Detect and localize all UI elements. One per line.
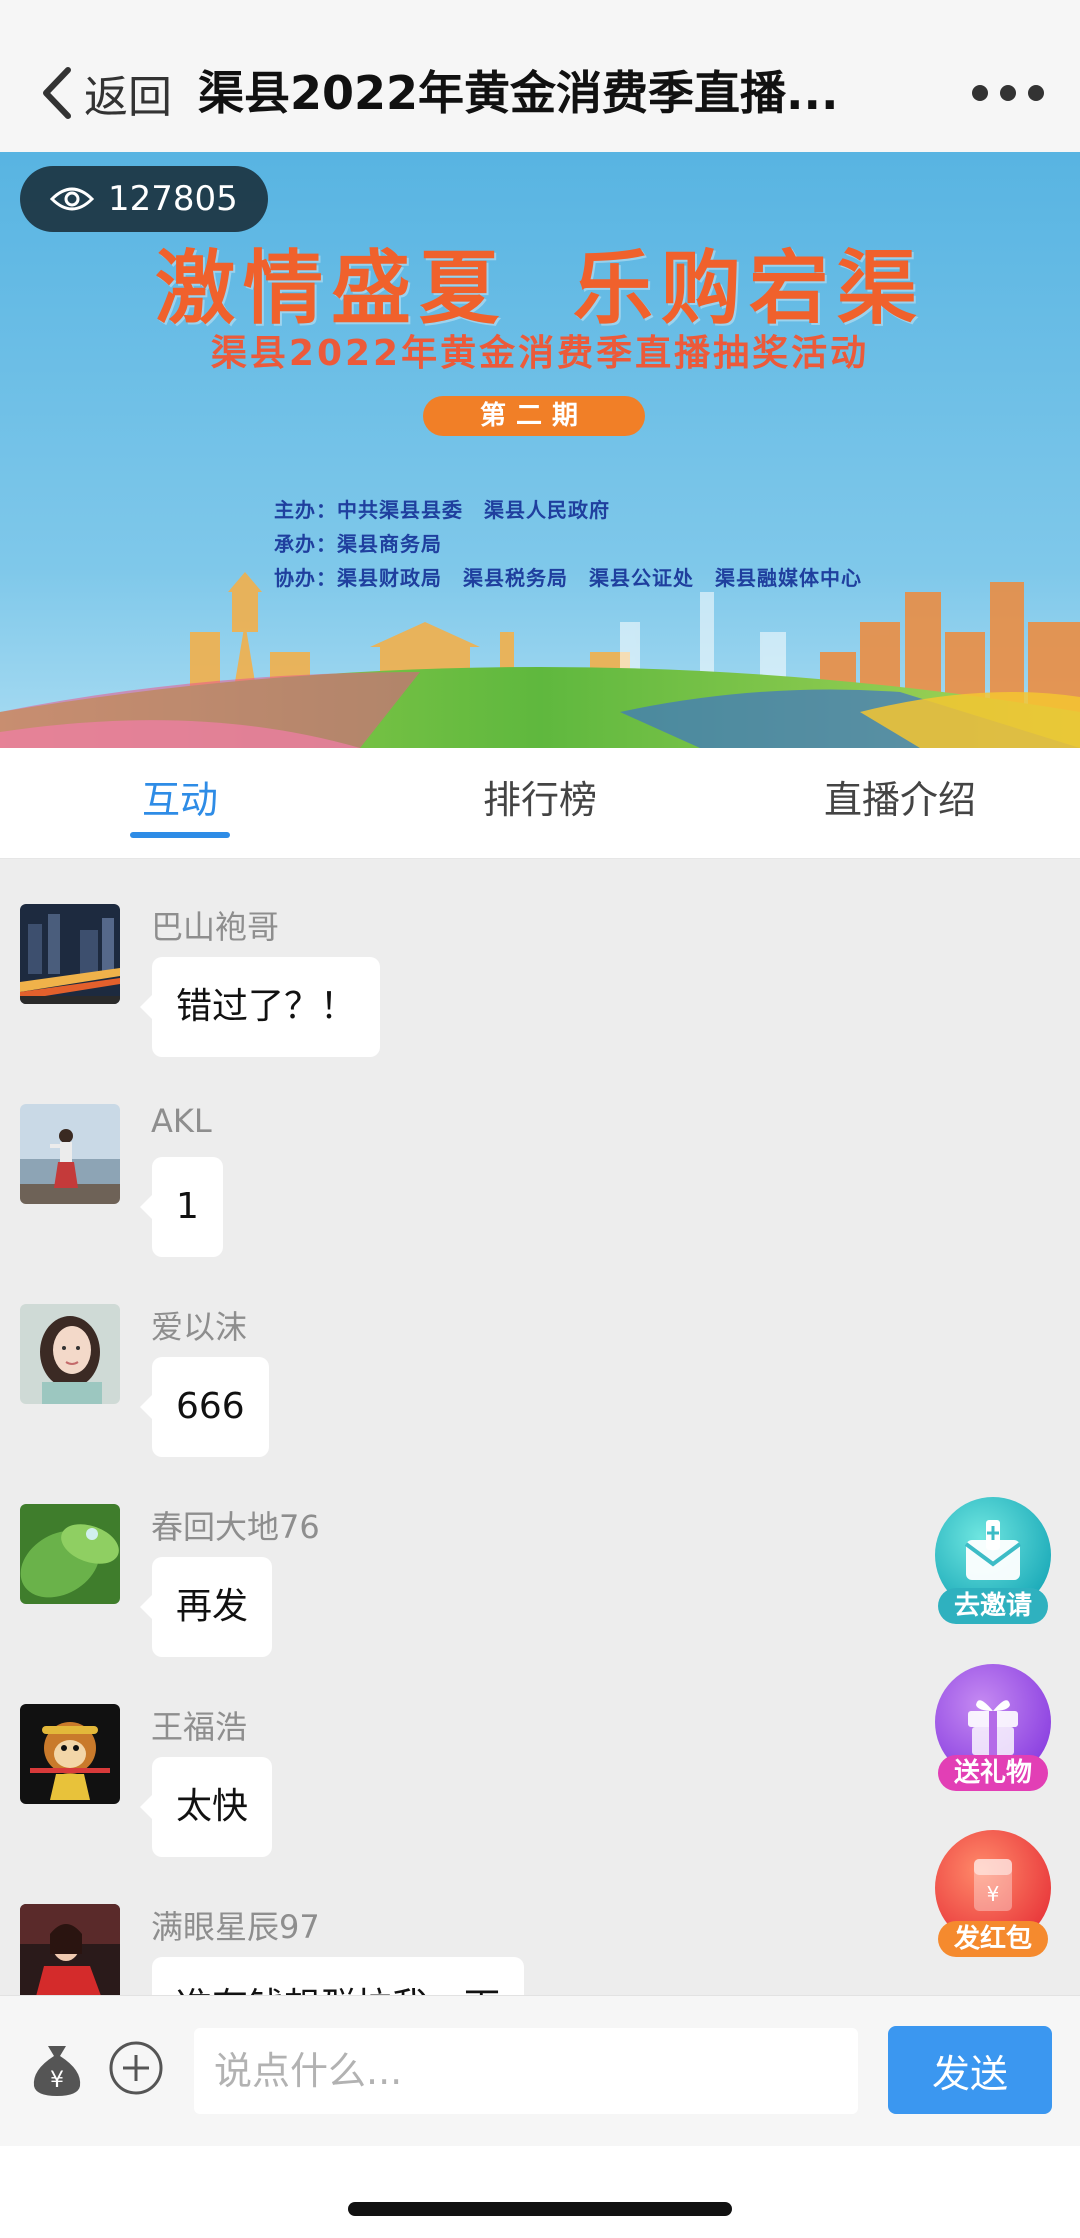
message-bubble[interactable]: 错过了？！ — [139, 957, 381, 1057]
sender-name: 王福浩 — [151, 1708, 248, 1746]
send-button[interactable]: 发送 — [888, 2026, 1052, 2114]
back-button[interactable]: 返回 — [38, 58, 172, 128]
message-bubble[interactable]: 再发 — [139, 1557, 273, 1657]
view-count: 127805 — [108, 179, 238, 219]
chat-message: 巴山袍哥 错过了？！ — [0, 859, 900, 1059]
live-banner[interactable]: 127805 激情盛夏 乐购宕渠 渠县2022年黄金消费季直播抽奖活动 第二期 … — [0, 152, 1080, 748]
back-label: 返回 — [84, 72, 172, 123]
chat-message: 王福浩 太快 — [0, 1659, 900, 1859]
active-tab-indicator — [130, 832, 230, 838]
send-gift-label: 送礼物 — [938, 1755, 1048, 1791]
plus-circle-icon[interactable] — [108, 2040, 164, 2096]
banner-organizer: 主办：中共渠县县委 渠县人民政府 — [274, 498, 610, 522]
banner-subtitle: 渠县2022年黄金消费季直播抽奖活动 — [210, 333, 870, 374]
banner-organizer: 承办：渠县商务局 — [274, 532, 442, 556]
tab-live-intro[interactable]: 直播介绍 — [720, 748, 1080, 858]
banner-organizer: 协办：渠县财政局 渠县税务局 渠县公证处 渠县融媒体中心 — [274, 566, 862, 590]
invite-label: 去邀请 — [938, 1588, 1048, 1624]
svg-text:¥: ¥ — [987, 1882, 1000, 1906]
home-indicator[interactable] — [348, 2202, 732, 2216]
more-options-button[interactable] — [972, 68, 1044, 118]
sender-name: 巴山袍哥 — [151, 908, 280, 946]
money-bag-icon[interactable]: ¥ — [30, 2040, 84, 2098]
dot-icon — [972, 85, 988, 101]
cartoon-monkey-avatar[interactable] — [20, 1704, 120, 1804]
tab-bar: 互动 排行榜 直播介绍 — [0, 748, 1080, 859]
tab-interaction[interactable]: 互动 — [0, 748, 360, 858]
message-bubble[interactable]: 666 — [140, 1357, 269, 1457]
chevron-left-icon — [43, 67, 71, 119]
message-bubble[interactable]: 准有钱想群拉我一下 — [152, 1957, 525, 1995]
red-packet-label: 发红包 — [938, 1921, 1048, 1957]
message-bubble[interactable]: 1 — [140, 1157, 223, 1257]
city-night-avatar[interactable] — [20, 904, 120, 1004]
chat-message: AKL 1 — [0, 1059, 900, 1259]
sender-name: 爱以沫 — [151, 1308, 248, 1346]
chat-message: 春回大地76 再发 — [0, 1459, 900, 1659]
dot-icon — [1028, 85, 1044, 101]
message-input-bar: ¥ 发送 — [0, 1995, 1080, 2146]
eye-icon — [50, 187, 94, 211]
seaside-person-avatar[interactable] — [20, 1104, 120, 1204]
dot-icon — [1000, 85, 1016, 101]
sender-name: 春回大地76 — [151, 1508, 320, 1546]
invite-button[interactable]: 去邀请 — [934, 1496, 1052, 1626]
svg-text:¥: ¥ — [50, 2068, 64, 2093]
girl-portrait-avatar[interactable] — [20, 1304, 120, 1404]
send-gift-button[interactable]: 送礼物 — [934, 1663, 1052, 1793]
banner-period: 第二期 — [423, 396, 645, 436]
message-bubble[interactable]: 太快 — [139, 1757, 273, 1857]
chat-list[interactable]: 巴山袍哥 错过了？！ AKL 1 爱以沫 666 春回大地76 再发 王福浩 太… — [0, 859, 1080, 1995]
green-leaf-avatar[interactable] — [20, 1504, 120, 1604]
message-input[interactable] — [194, 2028, 858, 2114]
sender-name: 满眼星辰97 — [151, 1908, 320, 1946]
page-title: 渠县2022年黄金消费季直播... — [198, 66, 839, 120]
red-packet-button[interactable]: ¥ 发红包 — [934, 1829, 1052, 1959]
chat-message: 爱以沫 666 — [0, 1259, 900, 1459]
view-count-badge: 127805 — [20, 166, 268, 232]
sender-name: AKL — [151, 1102, 212, 1140]
red-dress-avatar[interactable] — [20, 1904, 120, 1995]
tab-ranking[interactable]: 排行榜 — [360, 748, 720, 858]
banner-headline: 激情盛夏 乐购宕渠 — [155, 242, 925, 335]
top-nav-bar: 返回 渠县2022年黄金消费季直播... — [0, 0, 1080, 153]
chat-message: 满眼星辰97 准有钱想群拉我一下 — [0, 1859, 900, 1995]
